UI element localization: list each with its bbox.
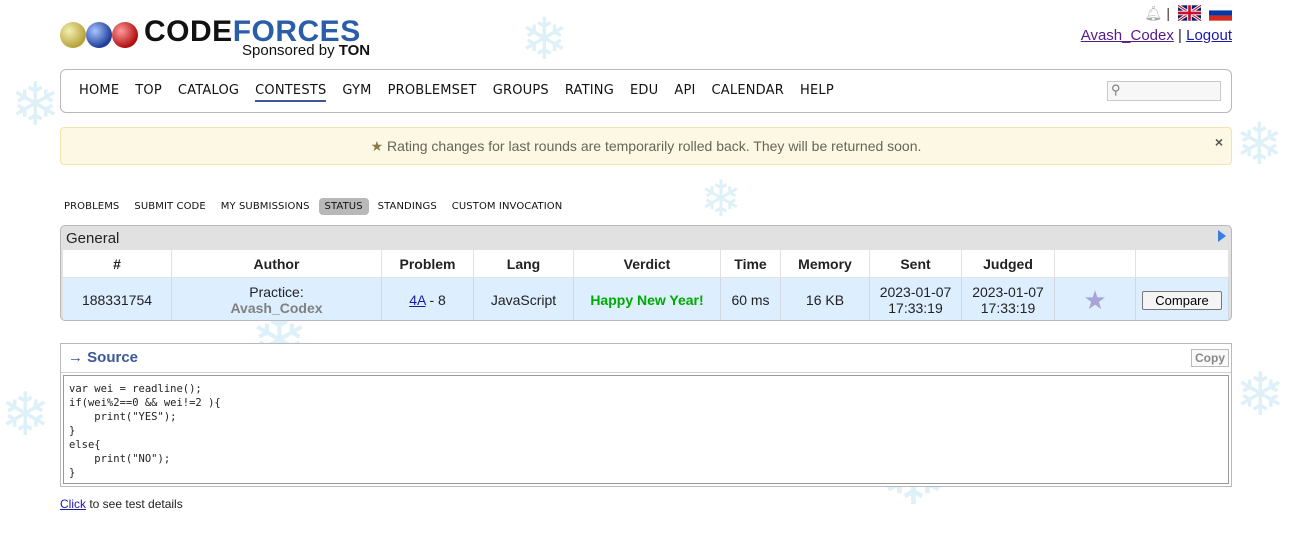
problem-link[interactable]: 4A [409,292,425,308]
test-details-text: to see test details [86,497,183,511]
menu-catalog[interactable]: CATALOG [178,83,239,102]
snowflake-decoration: ❄ [10,70,61,140]
submission-status-box: General # Author Problem Lang Verdict Ti… [60,225,1232,321]
col-judged: Judged [961,250,1055,278]
tab-standings[interactable]: STANDINGS [372,198,443,215]
status-title: General [66,230,120,247]
arrow-right-icon[interactable] [1218,230,1226,242]
main-menu: HOME TOP CATALOG CONTESTS GYM PROBLEMSET… [60,69,1232,113]
favourite-cell: ★ [1054,277,1136,320]
judged-time: 17:33:19 [980,300,1036,316]
menu-home[interactable]: HOME [79,83,119,102]
col-favourite [1054,250,1136,278]
col-lang: Lang [473,250,574,278]
judged-cell: 2023-01-07 17:33:19 [961,277,1055,320]
col-memory: Memory [780,250,870,278]
tab-submit-code[interactable]: SUBMIT CODE [128,198,211,215]
source-code: var wei = readline(); if(wei%2==0 && wei… [64,376,1228,486]
ornament-icon [60,22,86,48]
status-table: # Author Problem Lang Verdict Time Memor… [63,250,1229,320]
sent-time: 17:33:19 [888,300,943,316]
search-input[interactable]: ⚲ [1107,81,1221,101]
sent-cell: 2023-01-07 17:33:19 [869,277,962,320]
menu-gym[interactable]: GYM [342,83,371,102]
code-line: } [69,467,76,479]
test-details-line: Click to see test details [60,497,183,511]
source-title: → Source [68,349,139,366]
uk-flag-icon[interactable] [1178,5,1201,21]
lang-cell: JavaScript [473,277,574,320]
menu-groups[interactable]: GROUPS [493,83,549,102]
col-id: # [63,250,172,278]
menu-problemset[interactable]: PROBLEMSET [388,83,477,102]
star-icon[interactable]: ★ [1083,285,1106,315]
table-header-row: # Author Problem Lang Verdict Time Memor… [63,250,1229,278]
tab-my-submissions[interactable]: MY SUBMISSIONS [215,198,316,215]
code-line: var wei = readline(); [69,383,202,395]
table-row: 188331754 Practice: Avash_Codex 4A - 8 J… [63,277,1229,320]
banner-message: Rating changes for last rounds are tempo… [387,138,922,154]
codeforces-logo[interactable]: CODEFORCES Sponsored by TON [60,14,380,64]
col-time: Time [720,250,781,278]
snowflake-decoration: ❄ [1235,110,1284,178]
code-line: } [69,425,76,437]
problem-cell: 4A - 8 [381,277,474,320]
code-line: else{ [69,439,101,451]
bell-icon[interactable]: 🔔︎ [1144,5,1162,21]
compare-cell: Compare [1135,277,1229,320]
author-name-link[interactable]: Avash_Codex [173,300,380,316]
time-cell: 60 ms [720,277,781,320]
author-cell: Practice: Avash_Codex [171,277,382,320]
code-line: print("YES"); [69,411,177,423]
user-panel: 🔔︎ | Avash_Codex | Logout [1081,3,1232,44]
code-line: if(wei%2==0 && wei!=2 ){ [69,397,221,409]
menu-top[interactable]: TOP [135,83,162,102]
compare-button[interactable]: Compare [1142,290,1222,310]
ornament-icon [112,22,138,48]
ornament-icon [86,22,112,48]
sent-date: 2023-01-07 [879,284,952,300]
source-code-area[interactable]: var wei = readline(); if(wei%2==0 && wei… [63,375,1229,484]
judged-date: 2023-01-07 [972,284,1044,300]
star-icon: ★ [370,138,384,154]
author-prefix: Practice: [249,284,304,300]
separator: | [1166,5,1170,21]
col-compare [1135,250,1229,278]
snowflake-decoration: ❄ [700,170,742,228]
separator: | [1178,27,1182,44]
source-header: → Source Copy [61,344,1231,373]
submission-id[interactable]: 188331754 [63,277,172,320]
col-sent: Sent [869,250,962,278]
problem-suffix: - 8 [425,292,446,308]
menu-edu[interactable]: EDU [630,83,658,102]
menu-rating[interactable]: RATING [565,83,614,102]
menu-api[interactable]: API [674,83,695,102]
close-icon[interactable]: × [1215,134,1223,150]
copy-button[interactable]: Copy [1191,349,1229,367]
search-icon: ⚲ [1111,82,1121,97]
snowflake-decoration: ❄ [520,5,569,73]
tab-custom-invocation[interactable]: CUSTOM INVOCATION [446,198,569,215]
menu-calendar[interactable]: CALENDAR [712,83,784,102]
col-author: Author [171,250,382,278]
snowflake-decoration: ❄ [1235,360,1286,430]
source-box: → Source Copy var wei = readline(); if(w… [60,343,1232,487]
menu-contests[interactable]: CONTESTS [255,83,327,102]
logout-link[interactable]: Logout [1186,27,1232,44]
sponsor-line: Sponsored by TON [242,42,371,59]
col-verdict: Verdict [573,250,721,278]
memory-cell: 16 KB [780,277,870,320]
alert-banner: ★ Rating changes for last rounds are tem… [60,127,1232,165]
click-link[interactable]: Click [60,497,86,511]
contest-tabs: PROBLEMS SUBMIT CODE MY SUBMISSIONS STAT… [58,198,571,215]
tab-problems[interactable]: PROBLEMS [58,198,125,215]
verdict-cell: Happy New Year! [573,277,721,320]
tab-status[interactable]: STATUS [318,198,369,215]
menu-help[interactable]: HELP [800,83,834,102]
russia-flag-icon[interactable] [1209,5,1232,21]
username-link[interactable]: Avash_Codex [1081,27,1174,44]
snowflake-decoration: ❄ [0,380,51,450]
code-line: print("NO"); [69,453,171,465]
col-problem: Problem [381,250,474,278]
